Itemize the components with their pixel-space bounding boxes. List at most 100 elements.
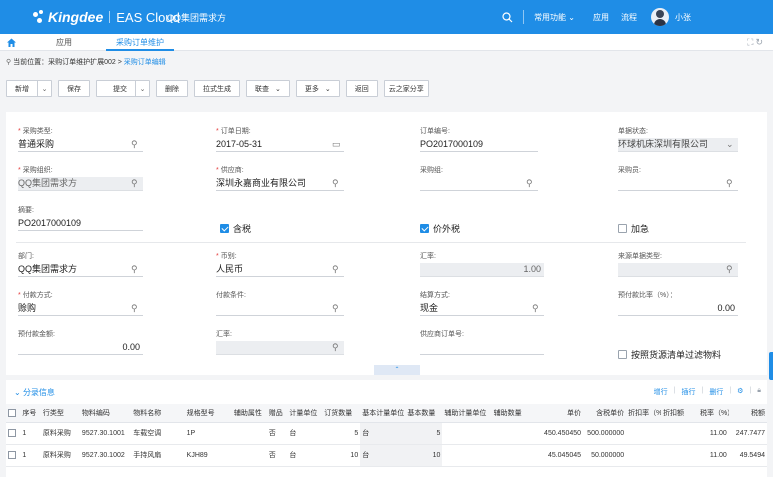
currency-input[interactable]: 人民币 ⚲ xyxy=(216,263,344,277)
payment-terms-input[interactable]: ⚲ xyxy=(216,302,344,316)
tab-bar: 应用 采购订单维护 ⛶↻ xyxy=(0,34,773,51)
select-all-checkbox[interactable] xyxy=(8,408,16,417)
row-checkbox[interactable] xyxy=(8,451,16,459)
delete-button[interactable]: 删除 xyxy=(156,80,188,97)
entry-section-toggle[interactable]: ⌄ 分录信息 xyxy=(14,387,55,398)
order-no-input[interactable]: PO2017000109 xyxy=(420,138,538,152)
supplier-input[interactable]: 深圳永嘉商业有限公司 ⚲ xyxy=(216,177,344,191)
chevron-up-icon: ⌃ xyxy=(394,367,400,373)
search-icon[interactable]: ⚲ xyxy=(332,302,342,314)
top-bar: Kingdee EAS Cloud QQ集团需求方 常用功能 ⌄ 应用 流程 小… xyxy=(0,0,773,34)
urgent-checkbox[interactable]: 加急 xyxy=(618,222,649,235)
exchange-rate-field: 汇率: 1.00 xyxy=(420,251,544,277)
chevron-down-icon[interactable]: ⌄ xyxy=(37,81,51,96)
payment-method-input[interactable]: 赊购 ⚲ xyxy=(18,302,143,316)
search-icon[interactable] xyxy=(502,11,513,23)
order-date-input[interactable]: 2017-05-31 ▭ xyxy=(216,138,344,152)
common-functions-menu[interactable]: 常用功能 ⌄ xyxy=(534,12,575,23)
source-doc-type-field: 来源单据类型: ⚲ xyxy=(618,251,738,277)
payment-method-field: * 付款方式: 赊购 ⚲ xyxy=(18,290,143,316)
purchase-group-input[interactable]: ⚲ xyxy=(420,177,538,191)
search-icon[interactable]: ⚲ xyxy=(726,177,736,189)
settlement-method-input[interactable]: 现金 ⚲ xyxy=(420,302,544,316)
order-date-field: * 订单日期: 2017-05-31 ▭ xyxy=(216,126,344,152)
search-icon[interactable]: ⚲ xyxy=(532,302,542,314)
tax-included-checkbox[interactable]: 含税 xyxy=(220,222,251,235)
currency-field: * 币别: 人民币 ⚲ xyxy=(216,251,344,277)
chevron-down-icon: ⌄ xyxy=(568,12,575,22)
chevron-down-icon: ⌄ xyxy=(324,85,331,93)
purchase-org-field: * 采购组织: QQ集团需求方 ⚲ xyxy=(18,165,143,191)
filter-by-source-list-checkbox[interactable]: 按照货源清单过滤物料 xyxy=(618,348,721,361)
refresh-icon[interactable]: ↻ xyxy=(755,37,765,47)
prepay-ratio-input[interactable]: 0.00 xyxy=(618,302,738,316)
row-checkbox[interactable] xyxy=(8,429,16,437)
apps-menu[interactable]: 应用 xyxy=(593,12,609,23)
tax-exclusive-checkbox[interactable]: 价外税 xyxy=(420,222,460,235)
supplier-order-no-field: 供应商订单号: xyxy=(420,329,544,355)
side-drawer-handle[interactable] xyxy=(769,352,773,380)
department-input[interactable]: QQ集团需求方 ⚲ xyxy=(18,263,143,277)
search-icon[interactable]: ⚲ xyxy=(526,177,536,189)
summary-input[interactable]: PO2017000109 xyxy=(18,217,143,231)
home-icon[interactable] xyxy=(6,37,17,48)
search-icon: ⚲ xyxy=(131,178,138,188)
supplier-field: * 供应商: 深圳永嘉商业有限公司 ⚲ xyxy=(216,165,344,191)
insert-row-button[interactable]: 插行 xyxy=(682,387,696,397)
purchase-group-field: 采购组: ⚲ xyxy=(420,165,538,191)
settlement-method-field: 结算方式: 现金 ⚲ xyxy=(420,290,544,316)
exchange-rate2-field: 汇率: ⚲ xyxy=(216,329,344,355)
lock-icon[interactable]: 🔒︎ xyxy=(757,387,761,397)
gear-icon[interactable]: ⚙ xyxy=(737,387,743,397)
submit-button[interactable]: 提交 ⌄ xyxy=(96,80,150,97)
add-row-button[interactable]: 增行 xyxy=(654,387,668,397)
chevron-down-icon: ⌄ xyxy=(726,139,734,149)
table-header: 序号 行类型 物料编码 物料名称 规格型号 辅助属性 赠品 计量单位 订货数量 … xyxy=(6,404,767,423)
avatar[interactable] xyxy=(651,8,669,26)
exchange-rate-input: 1.00 xyxy=(420,263,544,277)
table-row[interactable]: 1 原料采购 9527.30.1002 手持风扇 KJH89 否 台 10 台 … xyxy=(6,444,767,467)
collapse-toggle[interactable]: ⌃ xyxy=(374,365,420,375)
brand-name: Kingdee xyxy=(48,9,104,25)
delete-row-button[interactable]: 删行 xyxy=(709,387,723,397)
new-button[interactable]: 新增 ⌄ xyxy=(6,80,52,97)
back-button[interactable]: 返回 xyxy=(345,80,378,97)
more-button[interactable]: 更多 ⌄ xyxy=(295,80,340,97)
chevron-down-icon: ⌄ xyxy=(14,388,21,397)
prepay-amount-field: 预付款金额: 0.00 xyxy=(18,329,143,355)
toolbar: 新增 ⌄ 保存 提交 ⌄ 删除 拉式生成 联查 ⌄ 更多 ⌄ 返回 云之家分享 xyxy=(6,80,429,97)
prepay-amount-input[interactable]: 0.00 xyxy=(18,341,143,355)
exchange-rate2-input: ⚲ xyxy=(216,341,344,355)
search-icon[interactable]: ⚲ xyxy=(131,138,141,150)
search-icon[interactable]: ⚲ xyxy=(332,177,342,189)
table-row[interactable]: 1 原料采购 9527.30.1001 车载空调 1P 否 台 5 台 5 45… xyxy=(6,422,767,445)
tab-po-maintenance[interactable]: 采购订单维护 xyxy=(106,34,174,51)
doc-status-field: 单据状态: 环球机床深圳有限公司 ⌄ xyxy=(618,126,738,152)
flow-menu[interactable]: 流程 xyxy=(621,12,637,23)
search-icon: ⚲ xyxy=(726,264,733,274)
search-icon[interactable]: ⚲ xyxy=(332,263,342,275)
purchase-type-field: * 采购类型: 普通采购 ⚲ xyxy=(18,126,143,152)
search-icon[interactable]: ⚲ xyxy=(131,263,141,275)
save-button[interactable]: 保存 xyxy=(58,80,90,97)
related-query-button[interactable]: 联查 ⌄ xyxy=(246,80,290,97)
breadcrumb: ⚲ 当前位置：采购订单维护扩展002 > 采购订单编辑 xyxy=(6,59,166,66)
tab-apps[interactable]: 应用 xyxy=(34,34,94,51)
purchaser-input[interactable]: ⚲ xyxy=(618,177,738,191)
kingdee-logo[interactable]: Kingdee EAS Cloud xyxy=(33,7,180,27)
purchase-type-input[interactable]: 普通采购 ⚲ xyxy=(18,138,143,152)
entry-table: 序号 行类型 物料编码 物料名称 规格型号 辅助属性 赠品 计量单位 订货数量 … xyxy=(6,404,767,467)
username[interactable]: 小张 xyxy=(675,12,691,23)
department-field: 部门: QQ集团需求方 ⚲ xyxy=(18,251,143,277)
chevron-down-icon: ⌄ xyxy=(275,85,281,93)
org-name[interactable]: QQ集团需求方 xyxy=(167,11,226,24)
order-form: * 采购类型: 普通采购 ⚲ * 订单日期: 2017-05-31 ▭ 订单编号: PO… xyxy=(6,112,767,375)
share-button[interactable]: 云之家分享 xyxy=(383,80,429,97)
location-pin-icon: ⚲ xyxy=(6,59,12,66)
calendar-icon[interactable]: ▭ xyxy=(332,138,342,150)
pull-generate-button[interactable]: 拉式生成 xyxy=(194,80,240,97)
search-icon[interactable]: ⚲ xyxy=(131,302,141,314)
chevron-down-icon[interactable]: ⌄ xyxy=(135,81,149,96)
order-no-field: 订单编号: PO2017000109 xyxy=(420,126,538,152)
supplier-order-no-input[interactable] xyxy=(420,341,544,355)
